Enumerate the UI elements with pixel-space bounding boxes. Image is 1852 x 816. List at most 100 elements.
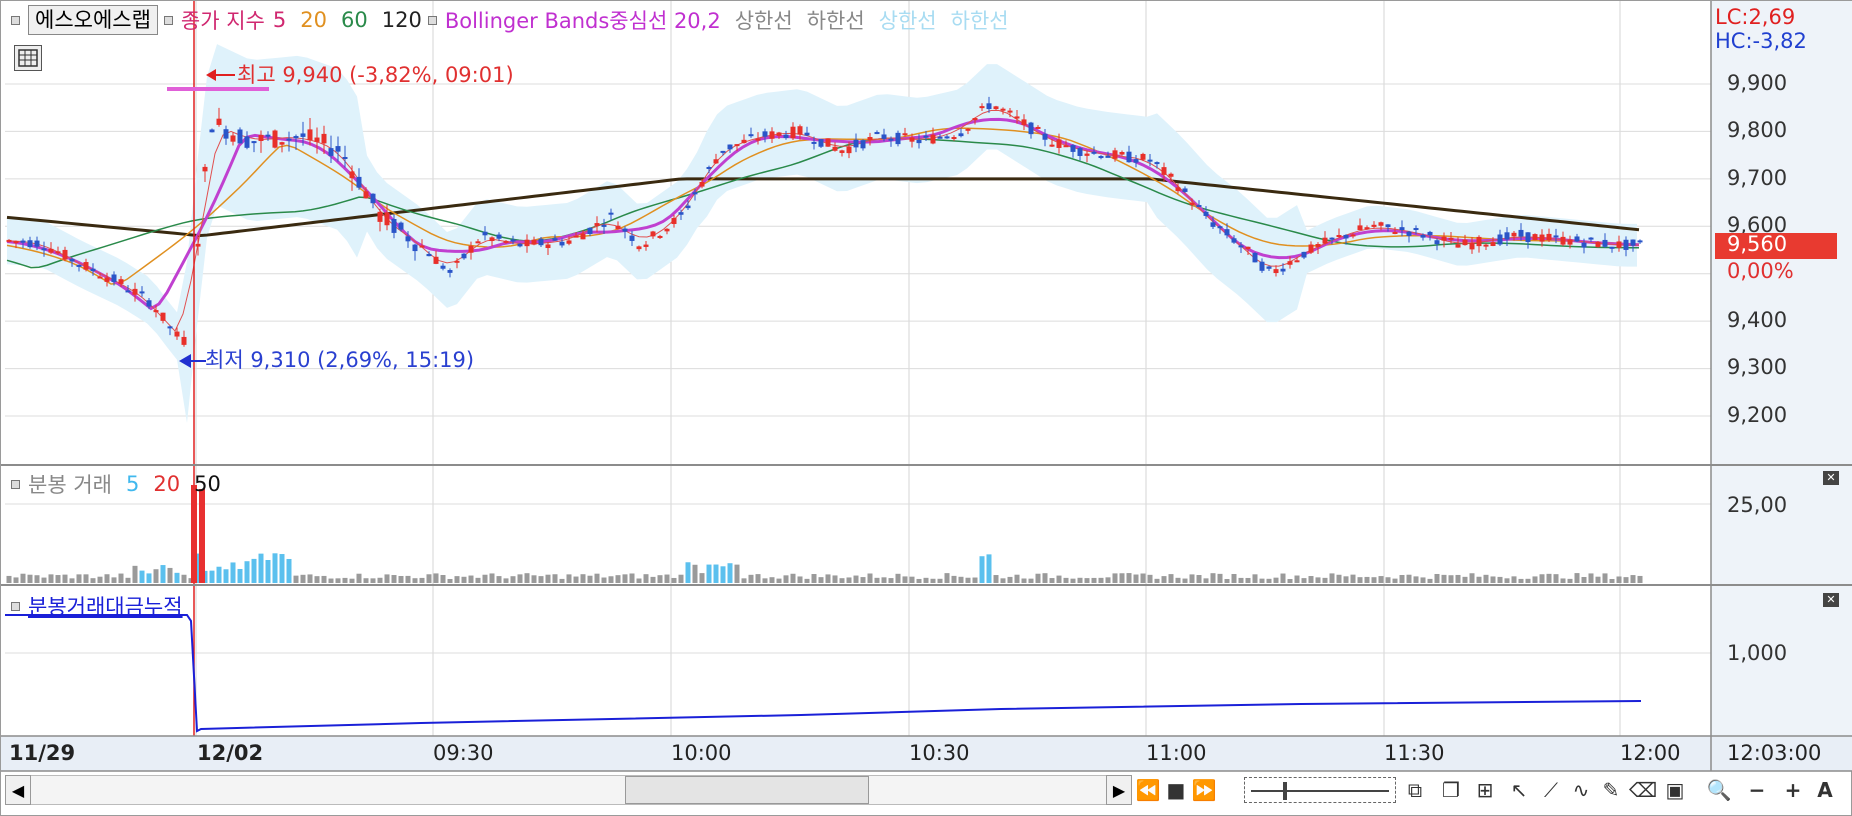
text-icon[interactable]: A [1811, 775, 1839, 805]
volume-bar [1364, 576, 1370, 583]
volume-bar [993, 575, 999, 583]
candle-body [1063, 145, 1069, 148]
eraser-icon[interactable]: ⌫ [1629, 775, 1657, 805]
zoom-out-icon[interactable]: − [1743, 775, 1771, 805]
draw-icon[interactable]: ✎ [1597, 775, 1625, 805]
volume-panel-close-icon[interactable]: ✕ [1823, 471, 1839, 485]
volume-bar [27, 574, 33, 583]
volume-bar [41, 577, 47, 583]
volume-bar [1623, 577, 1629, 583]
volume-bar [1525, 578, 1531, 583]
volume-bar [1581, 577, 1587, 583]
volume-bar [1070, 578, 1076, 583]
volume-bar [1329, 573, 1335, 583]
volume-bar [1266, 578, 1272, 583]
scroll-right-button[interactable]: ▶ [1106, 775, 1132, 805]
candle-body [1483, 244, 1489, 247]
candle-body [1196, 205, 1202, 208]
volume-bar [209, 570, 215, 583]
candle-body [370, 193, 376, 204]
candle-body [1070, 145, 1076, 152]
scrollbar-track[interactable] [31, 775, 1106, 805]
volume-bar [1280, 573, 1286, 583]
window-cascade-icon[interactable]: ❐ [1437, 775, 1465, 805]
candle-body [1189, 202, 1195, 205]
amount-panel-close-icon[interactable]: ✕ [1823, 593, 1839, 607]
ma-legend-label: 종가 지수 [180, 9, 265, 33]
volume-bar [1441, 574, 1447, 583]
zoom-slider-icon[interactable] [1244, 777, 1396, 803]
grid-table-icon[interactable] [14, 45, 42, 71]
candle-body [594, 223, 600, 226]
trend-icon[interactable]: ⟋ [1537, 775, 1565, 805]
volume-bar [1119, 573, 1125, 583]
candle-body [1378, 222, 1384, 226]
candle-body [447, 270, 453, 273]
volume-bar [1336, 574, 1342, 583]
volume-bar [846, 577, 852, 583]
crosshair-icon[interactable]: ⊞ [1471, 775, 1499, 805]
candle-body [944, 136, 950, 139]
stop-icon[interactable]: ■ [1162, 775, 1190, 805]
candle-body [1623, 239, 1629, 250]
volume-bar [1637, 575, 1643, 583]
candle-body [853, 139, 859, 148]
volume-ma5-legend: 5 [125, 472, 140, 496]
volume-bar [958, 576, 964, 583]
volume-bar [468, 575, 474, 583]
cursor-icon[interactable]: ↖ [1505, 775, 1533, 805]
candle-body [874, 132, 880, 135]
volume-bar [1063, 577, 1069, 583]
scroll-left-button[interactable]: ◀ [5, 775, 31, 805]
volume-bar [76, 574, 82, 583]
zoom-in-icon[interactable]: + [1779, 775, 1807, 805]
volume-bar [1595, 576, 1601, 583]
y-tick-label: 9,900 [1727, 71, 1788, 95]
scrollbar-thumb[interactable] [625, 776, 869, 804]
ma60-legend: 60 [341, 8, 368, 32]
window-icon[interactable]: ⧉ [1401, 775, 1429, 805]
candle-body [979, 106, 985, 109]
candle-body [69, 258, 75, 262]
candle-body [433, 256, 439, 264]
line-icon[interactable]: ∿ [1567, 775, 1595, 805]
volume-bar [1308, 576, 1314, 583]
candle-body [461, 253, 467, 259]
rewind-icon[interactable]: ⏪ [1134, 775, 1162, 805]
volume-bar [1273, 577, 1279, 583]
stock-name-button[interactable]: 에스오에스랩 [28, 5, 158, 35]
candle-body [1476, 236, 1482, 247]
volume-bar [923, 577, 929, 583]
candle-body [811, 141, 817, 144]
volume-bar [916, 578, 922, 583]
save-icon[interactable]: ▣ [1661, 775, 1689, 805]
volume-bar [1112, 573, 1118, 583]
candle-body [1469, 242, 1475, 250]
candle-body [1490, 242, 1496, 246]
volume-bar [1301, 578, 1307, 583]
candle-body [223, 129, 229, 139]
volume-bar [692, 564, 698, 583]
volume-bar [1007, 576, 1013, 583]
candle-body [27, 240, 33, 248]
fast-forward-icon[interactable]: ⏩ [1190, 775, 1218, 805]
candle-body [755, 138, 761, 141]
candle-body [909, 137, 915, 142]
legend-marker-icon [427, 15, 437, 25]
candle-body [1420, 234, 1426, 238]
volume-bar [230, 562, 236, 583]
volume-bar [1182, 578, 1188, 583]
candle-body [1588, 237, 1594, 240]
search-icon[interactable]: 🔍 [1705, 775, 1733, 805]
candle-body [1301, 251, 1307, 258]
candle-body [1350, 234, 1356, 237]
candle-body [671, 218, 677, 225]
candle-body [132, 288, 138, 295]
candle-body [475, 241, 481, 244]
candle-body [1126, 151, 1132, 163]
volume-bar [216, 566, 222, 583]
chart-canvas[interactable] [1, 1, 1852, 816]
volume-bar [678, 574, 684, 583]
candle-body [958, 133, 964, 137]
candle-body [1091, 151, 1097, 154]
